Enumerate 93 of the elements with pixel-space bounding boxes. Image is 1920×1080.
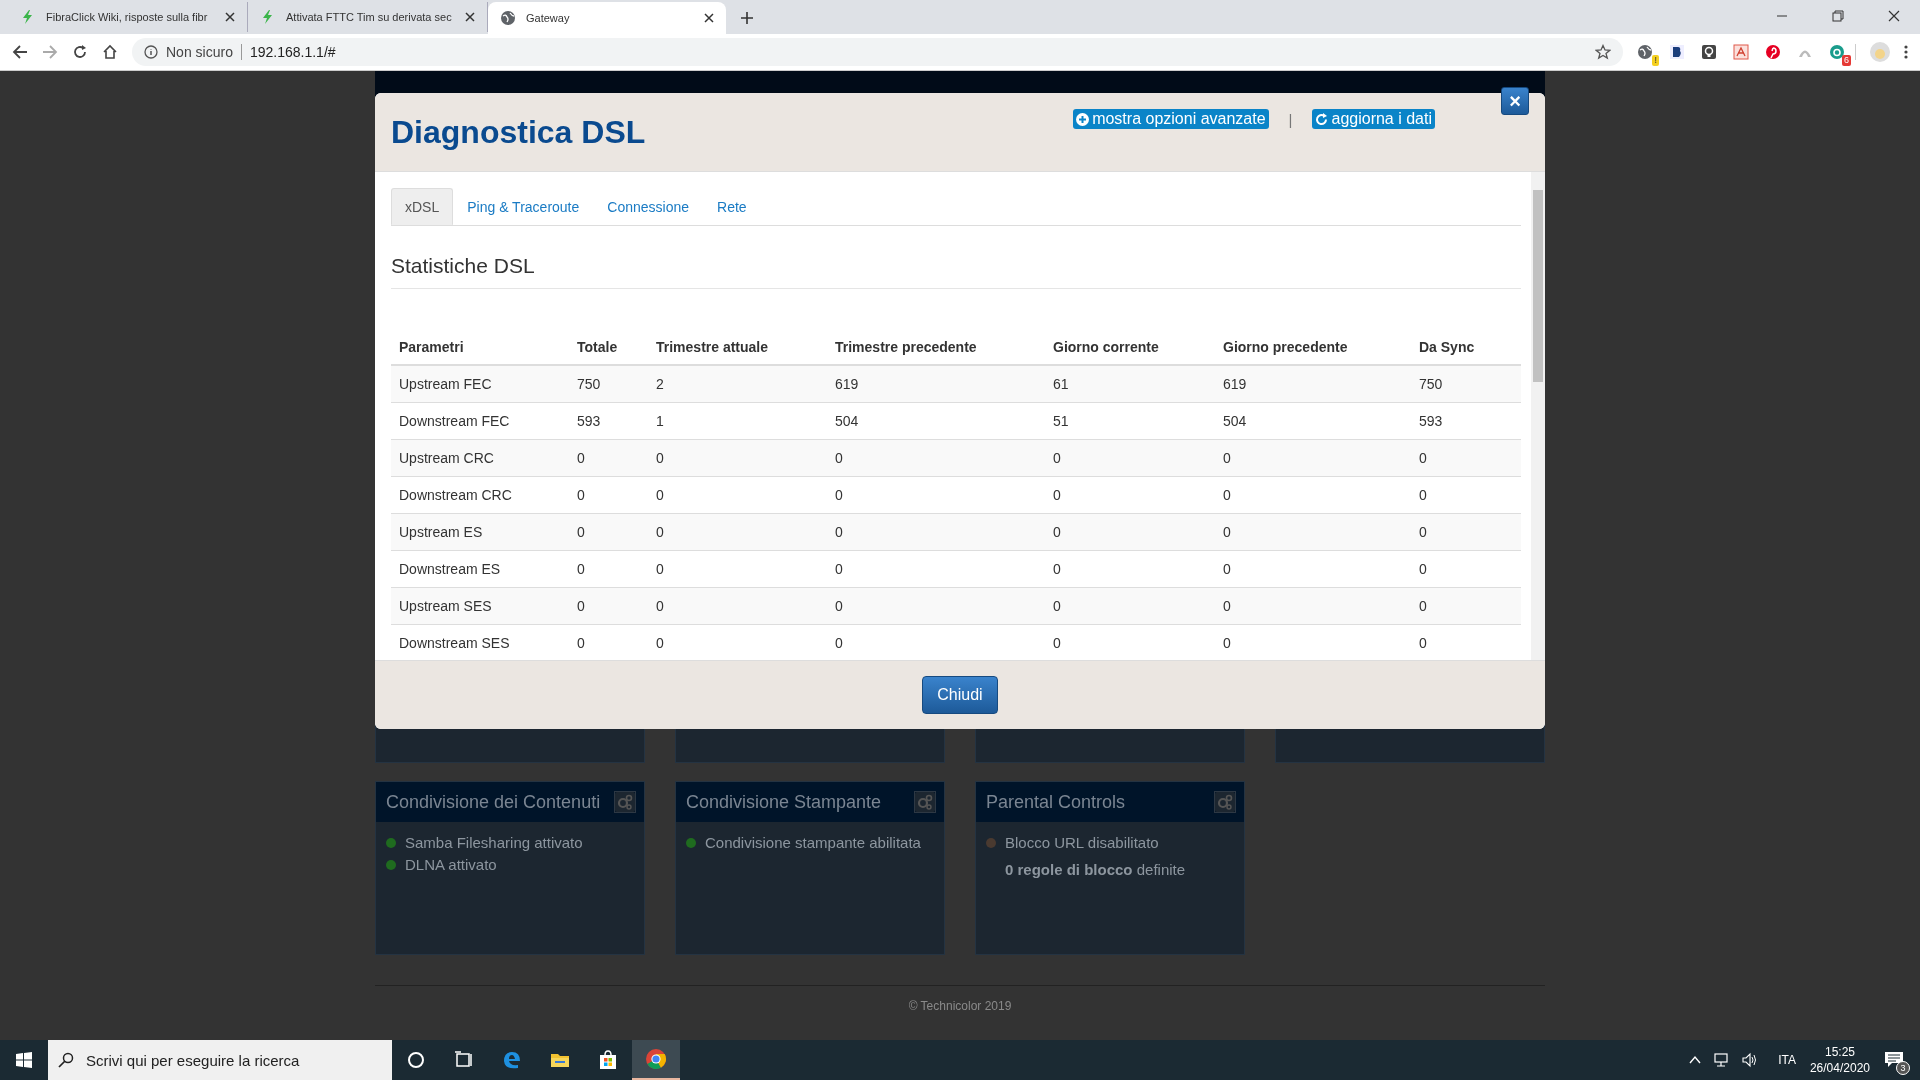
back-icon[interactable] (12, 44, 28, 60)
table-cell: 0 (648, 439, 827, 477)
clock-date[interactable]: 26/04/2020 (1809, 1060, 1870, 1076)
table-cell: 0 (1215, 439, 1411, 477)
cortana-icon (405, 1049, 427, 1071)
chrome-icon (645, 1048, 667, 1070)
tab[interactable]: Rete (703, 188, 761, 225)
table-cell: 0 (1411, 439, 1521, 477)
extension-badge: 6 (1842, 55, 1851, 66)
plus-icon (1076, 112, 1090, 126)
tab[interactable]: Ping & Traceroute (453, 188, 594, 225)
globe-icon (500, 10, 516, 26)
card-title: Parental Controls (986, 791, 1126, 813)
network-icon[interactable] (1714, 1052, 1731, 1068)
tab-title: FibraClick Wiki, risposte sulla fibr (46, 11, 209, 23)
table-cell: Upstream SES (391, 587, 569, 625)
status-text: DLNA attivato (405, 856, 497, 873)
tab-title: Gateway (526, 12, 571, 24)
status-text: Samba Filesharing attivato (405, 834, 583, 851)
table-cell: 0 (648, 587, 827, 625)
section-title: Statistiche DSL (391, 254, 1521, 289)
table-cell: 2 (648, 365, 827, 403)
table-cell: Upstream CRC (391, 439, 569, 477)
globe-icon[interactable] (1637, 44, 1653, 60)
security-label: Non sicuro (166, 44, 242, 60)
refresh-icon (1315, 112, 1329, 126)
reload-icon[interactable] (72, 44, 88, 60)
table-cell: 0 (569, 513, 648, 551)
notification-count: 3 (1896, 1061, 1910, 1075)
table-cell: 0 (827, 439, 1045, 477)
info-icon (144, 45, 158, 59)
card-title: Condivisione Stampante (686, 791, 882, 813)
table-cell: 0 (1411, 587, 1521, 625)
table-cell: 61 (1045, 365, 1215, 403)
scrollbar[interactable] (1531, 172, 1545, 660)
clock-time[interactable]: 15:25 (1824, 1044, 1855, 1060)
home-icon[interactable] (102, 44, 118, 60)
close-button[interactable]: × (1501, 87, 1529, 115)
table-cell: 0 (1045, 513, 1215, 551)
address-field[interactable]: Non sicuro 192.168.1.1/# (132, 38, 1623, 66)
table-cell: 750 (569, 365, 648, 403)
browser-e-icon (501, 1049, 523, 1071)
browser-tab[interactable]: FibraClick Wiki, risposte sulla fibr (8, 2, 248, 32)
browser-tab[interactable]: Gateway (488, 2, 726, 34)
document-icon[interactable] (1733, 44, 1749, 60)
windows-icon[interactable] (16, 1052, 32, 1068)
search-icon (58, 1052, 74, 1068)
letter-b-icon[interactable] (1669, 44, 1685, 60)
table-cell: 0 (569, 587, 648, 625)
action-link[interactable]: mostra opzioni avanzate (1073, 109, 1269, 129)
new-tab-icon[interactable] (740, 11, 754, 25)
status-text: Blocco URL disabilitato (1005, 834, 1159, 851)
notifications-icon[interactable] (1884, 1051, 1904, 1069)
table-cell: 750 (1411, 365, 1521, 403)
tab[interactable]: Connessione (593, 188, 704, 225)
status-text: Condivisione stampante abilitata (705, 834, 921, 851)
speaker-icon[interactable] (1742, 1052, 1759, 1068)
table-cell: 0 (1045, 587, 1215, 625)
action-link[interactable]: aggiorna i dati (1312, 109, 1435, 129)
language-indicator[interactable]: ITA (1778, 1053, 1796, 1067)
tab[interactable]: xDSL (391, 188, 454, 225)
copyright-text: © Technicolor 2019 (908, 999, 1012, 1013)
restore-icon[interactable] (1832, 10, 1844, 22)
close-icon[interactable] (704, 13, 714, 23)
search-field[interactable]: Scrivi qui per eseguire la ricerca (48, 1040, 392, 1080)
table-cell: 0 (827, 587, 1045, 625)
table-cell: 0 (569, 439, 648, 477)
menu-icon[interactable] (1904, 44, 1908, 60)
table-cell: Upstream ES (391, 513, 569, 551)
star-icon[interactable] (1595, 44, 1611, 60)
table-cell: 0 (1411, 513, 1521, 551)
extension-badge: ! (1652, 55, 1659, 66)
note-text: 0 regole di blocco definite (1005, 861, 1186, 878)
dialog-title: Diagnostica DSL (391, 113, 646, 151)
tab-title: Attivata FTTC Tim su derivata sec (286, 11, 453, 23)
shopping-bag-icon (597, 1049, 619, 1071)
url-text: 192.168.1.1/# (249, 44, 336, 60)
close-icon[interactable] (1888, 10, 1900, 22)
separator-text: | (1288, 110, 1293, 128)
table-cell: 619 (827, 365, 1045, 403)
table-cell: 0 (1045, 439, 1215, 477)
table-cell: 0 (827, 513, 1045, 551)
letter-a-icon[interactable] (1829, 44, 1845, 60)
close-dialog-button[interactable]: Chiudi (922, 676, 998, 714)
close-icon[interactable] (465, 12, 475, 22)
table-cell: 0 (1215, 513, 1411, 551)
table-cell: 619 (1215, 365, 1411, 403)
bulb-icon[interactable] (1701, 44, 1717, 60)
card-title: Condivisione dei Contenuti (386, 791, 601, 813)
table-cell: Upstream FEC (391, 365, 569, 403)
table-cell: 0 (1215, 587, 1411, 625)
table-cell: 0 (648, 513, 827, 551)
close-icon[interactable] (225, 12, 235, 22)
